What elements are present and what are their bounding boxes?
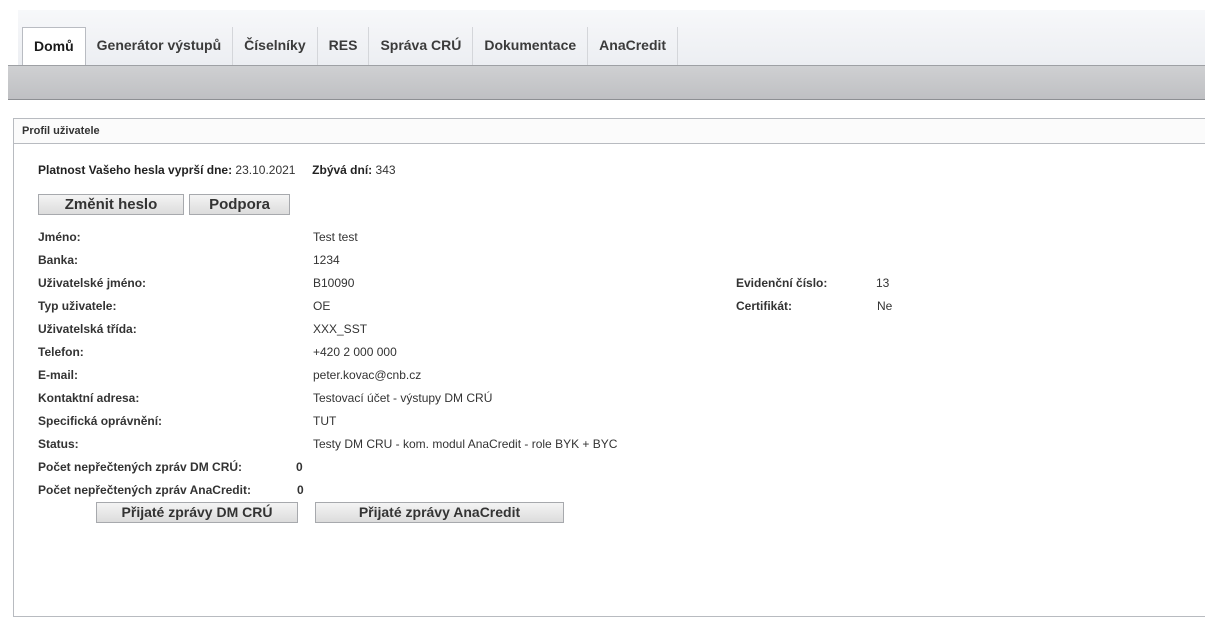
email-value: peter.kovac@cnb.cz	[313, 368, 422, 382]
evidence-number-value: 13	[876, 276, 890, 290]
expiry-date: 23.10.2021	[235, 163, 296, 177]
tab-sprava-cru[interactable]: Správa CRÚ	[369, 27, 474, 65]
user-class-label: Uživatelská třída:	[38, 322, 137, 336]
evidence-number-label: Evidenční číslo:	[736, 276, 828, 290]
phone-label: Telefon:	[38, 345, 84, 359]
bank-label: Banka:	[38, 253, 79, 267]
sub-toolbar	[8, 65, 1205, 100]
unread-anacredit-label: Počet nepřečtených zpráv AnaCredit:	[38, 483, 251, 497]
user-profile-panel: Profil uživatele Platnost Vašeho hesla v…	[13, 118, 1205, 617]
username-value: B10090	[313, 276, 355, 290]
phone-value: +420 2 000 000	[313, 345, 397, 359]
tab-generator-vystupu[interactable]: Generátor výstupů	[86, 27, 234, 65]
unread-dm-cru-value: 0	[296, 460, 303, 474]
status-value: Testy DM CRU - kom. modul AnaCredit - ro…	[313, 437, 618, 451]
tab-list: Domů Generátor výstupů Číselníky RES Spr…	[22, 27, 679, 65]
days-left-label: Zbývá dní:	[312, 163, 373, 177]
name-value: Test test	[313, 230, 358, 244]
certificate-value: Ne	[877, 299, 893, 313]
tab-dokumentace[interactable]: Dokumentace	[473, 27, 589, 65]
bank-value: 1234	[313, 253, 340, 267]
expiry-label: Platnost Vašeho hesla vyprší dne:	[38, 163, 233, 177]
username-label: Uživatelské jméno:	[38, 276, 147, 290]
tab-res[interactable]: RES	[318, 27, 370, 65]
support-button[interactable]: Podpora	[189, 194, 290, 215]
panel-title: Profil uživatele	[14, 119, 1205, 144]
user-type-label: Typ uživatele:	[38, 299, 117, 313]
unread-anacredit-value: 0	[297, 483, 304, 497]
name-label: Jméno:	[38, 230, 81, 244]
specific-permissions-label: Specifická oprávnění:	[38, 414, 163, 428]
top-navigation: Domů Generátor výstupů Číselníky RES Spr…	[0, 0, 1205, 65]
tab-domu[interactable]: Domů	[22, 27, 86, 65]
change-password-button[interactable]: Změnit heslo	[38, 194, 184, 215]
user-type-value: OE	[313, 299, 331, 313]
unread-dm-cru-label: Počet nepřečtených zpráv DM CRÚ:	[38, 460, 243, 474]
email-label: E-mail:	[38, 368, 79, 382]
status-label: Status:	[38, 437, 79, 451]
certificate-label: Certifikát:	[736, 299, 793, 313]
received-messages-anacredit-button[interactable]: Přijaté zprávy AnaCredit	[315, 502, 564, 523]
received-messages-dm-cru-button[interactable]: Přijaté zprávy DM CRÚ	[96, 502, 298, 523]
password-expiry: Platnost Vašeho hesla vyprší dne: 23.10.…	[38, 163, 396, 177]
days-left-value: 343	[375, 163, 396, 177]
user-class-value: XXX_SST	[313, 322, 368, 336]
tab-anacredit[interactable]: AnaCredit	[588, 27, 679, 65]
specific-permissions-value: TUT	[313, 414, 337, 428]
contact-address-label: Kontaktní adresa:	[38, 391, 140, 405]
tab-ciselniky[interactable]: Číselníky	[233, 27, 318, 65]
contact-address-value: Testovací účet - výstupy DM CRÚ	[313, 391, 493, 405]
